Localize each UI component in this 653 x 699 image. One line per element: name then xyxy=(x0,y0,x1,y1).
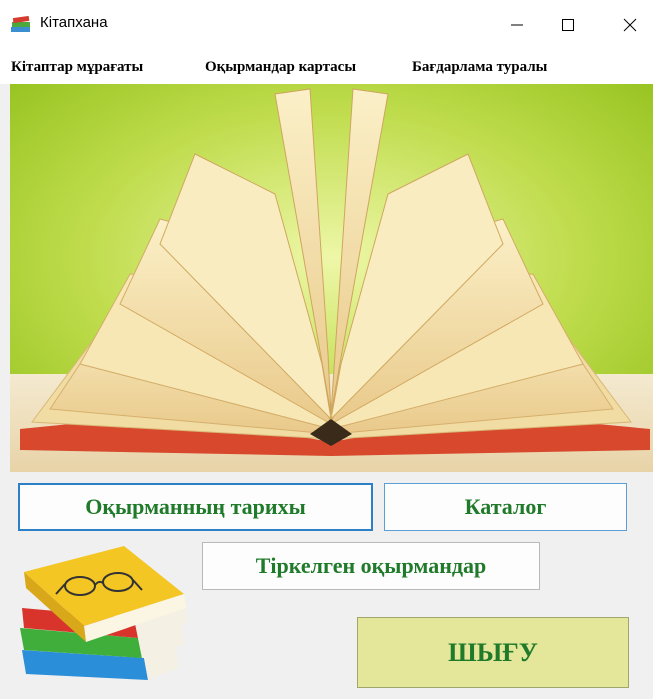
open-book-image xyxy=(10,84,653,472)
books-app-icon xyxy=(11,16,30,32)
registered-readers-button[interactable]: Тіркелген оқырмандар xyxy=(202,542,540,590)
banner-image xyxy=(10,84,653,472)
book-stack-image xyxy=(20,546,188,680)
maximize-button[interactable] xyxy=(545,0,591,50)
minimize-icon xyxy=(511,24,523,26)
exit-button[interactable]: ШЫҒУ xyxy=(357,617,629,688)
close-button[interactable] xyxy=(607,0,653,50)
menu-bar: Кітаптар мұрағаты Оқырмандар картасы Бағ… xyxy=(0,50,653,84)
maximize-icon xyxy=(562,19,574,31)
reader-history-button[interactable]: Оқырманның тарихы xyxy=(18,483,373,531)
menu-item-book-archive[interactable]: Кітаптар мұрағаты xyxy=(11,59,143,76)
title-bar: Кітапхана xyxy=(0,0,653,50)
close-icon xyxy=(623,18,637,32)
minimize-button[interactable] xyxy=(494,0,540,50)
window-title: Кітапхана xyxy=(40,14,108,31)
menu-item-about[interactable]: Бағдарлама туралы xyxy=(412,59,547,76)
menu-item-reader-card[interactable]: Оқырмандар картасы xyxy=(205,59,356,76)
catalog-button[interactable]: Каталог xyxy=(384,483,627,531)
